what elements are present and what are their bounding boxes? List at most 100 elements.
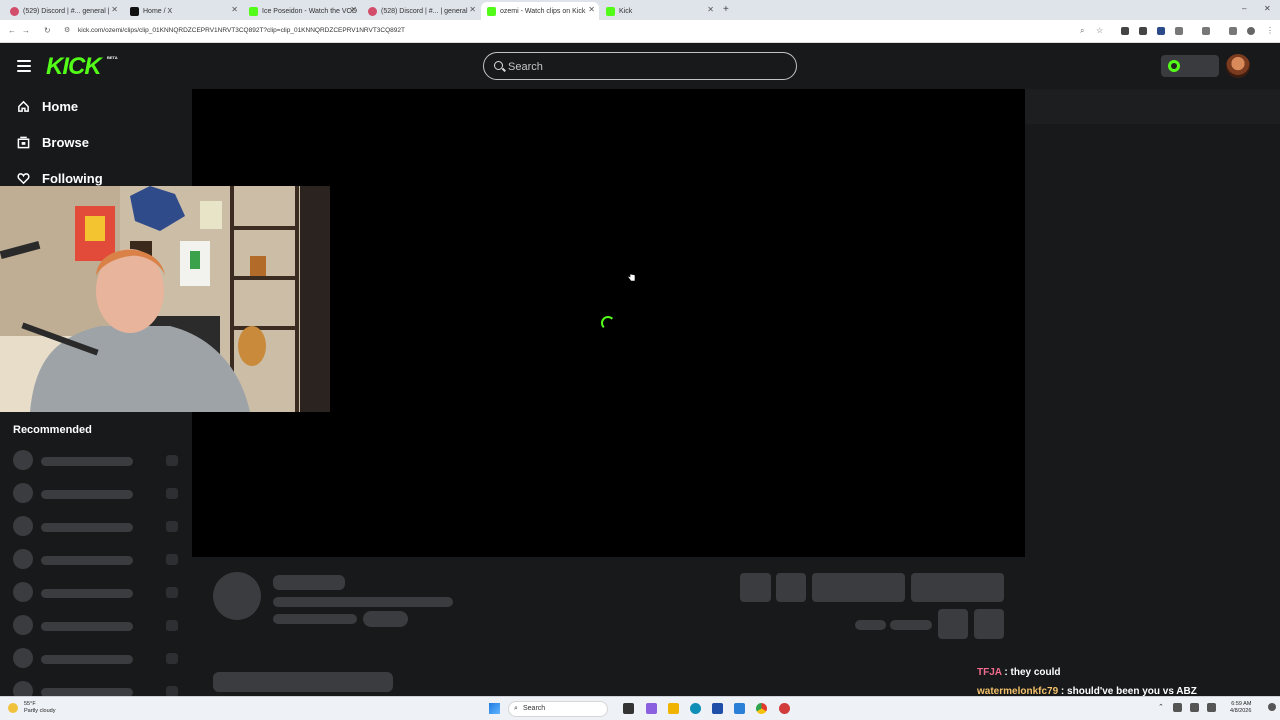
back-icon[interactable]: ← <box>8 26 16 35</box>
recommended-skeleton-row <box>13 450 183 470</box>
browser-tab[interactable]: (528) Discord | #... | general ✕ <box>362 2 480 20</box>
file-explorer-icon[interactable] <box>668 703 679 714</box>
taskbar-search[interactable]: ⌕ Search <box>508 701 608 717</box>
chat-text: they could <box>1010 667 1061 678</box>
search-bar[interactable] <box>483 52 797 80</box>
tab-label: Ice Poseidon - Watch the VOD <box>262 7 358 15</box>
close-tab-icon[interactable]: ✕ <box>707 5 714 14</box>
close-tab-icon[interactable]: ✕ <box>231 5 238 14</box>
kick-logo[interactable]: KICK <box>46 53 102 81</box>
weather-temp: 55°F <box>24 701 36 707</box>
clock-date: 4/8/2026 <box>1230 708 1252 714</box>
avatar[interactable] <box>1226 54 1250 78</box>
close-window-icon[interactable]: ✕ <box>1264 4 1271 13</box>
section-title-skeleton <box>213 672 393 692</box>
battery-icon[interactable] <box>1207 703 1216 712</box>
taskbar-clock[interactable]: 6:59 AM 4/8/2026 <box>1230 701 1251 715</box>
close-tab-icon[interactable]: ✕ <box>111 5 118 14</box>
browser-tab[interactable]: Ice Poseidon - Watch the VOD ✕ <box>243 2 361 20</box>
menu-kebab-icon[interactable]: ⋮ <box>1266 26 1274 35</box>
address-bar: ← → ↻ ⚙ kick.com/ozemi/clips/clip_01KNNQ… <box>0 20 1280 43</box>
weather-desc: Partly cloudy <box>24 708 56 714</box>
action-button-skeleton <box>812 573 905 602</box>
edge-icon[interactable] <box>690 703 701 714</box>
extension-icon[interactable] <box>1202 27 1210 35</box>
kick-icon <box>487 6 496 16</box>
tab-label: Kick <box>619 7 633 15</box>
hamburger-menu-icon[interactable] <box>17 60 31 72</box>
recommended-skeleton-row <box>13 549 183 569</box>
close-tab-icon[interactable]: ✕ <box>588 5 595 14</box>
tray-overflow-icon[interactable]: ⌃ <box>1158 703 1164 711</box>
extension-icon[interactable] <box>1175 27 1183 35</box>
chat-message: TFJA : they could <box>977 667 1061 678</box>
stat-skeleton <box>890 620 932 630</box>
search-icon: ⌕ <box>514 705 518 712</box>
browser-tab[interactable]: (529) Discord | #... general | ✕ <box>4 2 122 20</box>
forward-icon[interactable]: → <box>22 26 30 35</box>
loading-spinner-icon <box>601 316 615 330</box>
extension-icon[interactable] <box>1121 27 1129 35</box>
copilot-icon[interactable] <box>646 703 657 714</box>
extension-icon[interactable] <box>1139 27 1147 35</box>
user-status-button[interactable] <box>1161 55 1219 77</box>
extension-icon[interactable] <box>1229 27 1237 35</box>
home-icon <box>18 100 29 112</box>
store-icon[interactable] <box>712 703 723 714</box>
extension-icon[interactable] <box>1157 27 1165 35</box>
mail-icon[interactable] <box>734 703 745 714</box>
sidebar-item-browse[interactable]: Browse <box>17 135 89 150</box>
sidebar-item-home[interactable]: Home <box>17 99 78 114</box>
chrome-icon[interactable] <box>756 703 767 714</box>
browser-tab-active[interactable]: ozemi - Watch clips on Kick ✕ <box>481 2 599 20</box>
task-view-icon[interactable] <box>623 703 634 714</box>
bookmark-star-icon[interactable]: ☆ <box>1096 26 1103 35</box>
network-icon[interactable] <box>1173 703 1182 712</box>
channel-avatar-skeleton <box>213 572 261 620</box>
hand-cursor-icon <box>627 271 636 282</box>
action-button-skeleton <box>911 573 1004 602</box>
channel-name-skeleton <box>273 575 345 590</box>
reload-icon[interactable]: ↻ <box>44 26 51 35</box>
url-field[interactable]: kick.com/ozemi/clips/clip_01KNNQRDZCEPRV… <box>78 27 405 34</box>
sidebar-item-label: Following <box>42 171 103 186</box>
tab-label: Home / X <box>143 7 173 15</box>
sidebar-item-following[interactable]: Following <box>17 171 103 186</box>
new-tab-button[interactable]: + <box>723 4 729 15</box>
weather-widget[interactable]: 55°F Partly cloudy <box>24 701 56 715</box>
action-button-skeleton <box>776 573 806 602</box>
clip-title-skeleton <box>273 597 453 607</box>
app-icon[interactable] <box>779 703 790 714</box>
zoom-icon[interactable]: ⌕ <box>1080 26 1084 36</box>
windows-start-icon[interactable] <box>489 703 500 714</box>
profile-icon[interactable] <box>1247 27 1255 35</box>
close-tab-icon[interactable]: ✕ <box>469 5 476 14</box>
kick-icon <box>249 6 258 16</box>
recommended-skeleton-row <box>13 648 183 668</box>
close-tab-icon[interactable]: ✕ <box>350 5 357 14</box>
sidebar-item-label: Home <box>42 99 79 114</box>
kick-icon <box>606 6 615 16</box>
notification-icon[interactable] <box>1268 703 1276 711</box>
browser-tab[interactable]: Home / X ✕ <box>124 2 242 20</box>
icon-button-skeleton <box>974 609 1004 639</box>
tab-label: (528) Discord | #... | general <box>381 7 468 15</box>
category-skeleton <box>363 611 408 627</box>
recommended-skeleton-row <box>13 582 183 602</box>
sidebar-item-label: Browse <box>42 135 89 150</box>
minimize-window-icon[interactable]: – <box>1242 4 1246 13</box>
discord-icon <box>10 6 19 16</box>
browser-tab[interactable]: Kick ✕ <box>600 2 718 20</box>
streamer-webcam-image <box>0 186 330 412</box>
browse-icon <box>17 136 30 149</box>
search-input[interactable] <box>508 58 778 75</box>
action-button-skeleton <box>740 573 771 602</box>
heart-icon <box>17 173 30 185</box>
recommended-skeleton-row <box>13 516 183 536</box>
tab-label: ozemi - Watch clips on Kick <box>500 7 586 15</box>
clip-meta-skeleton <box>273 614 357 624</box>
discord-icon <box>368 6 377 16</box>
weather-icon[interactable] <box>8 703 18 713</box>
volume-icon[interactable] <box>1190 703 1199 712</box>
site-info-icon[interactable]: ⚙ <box>64 26 70 34</box>
